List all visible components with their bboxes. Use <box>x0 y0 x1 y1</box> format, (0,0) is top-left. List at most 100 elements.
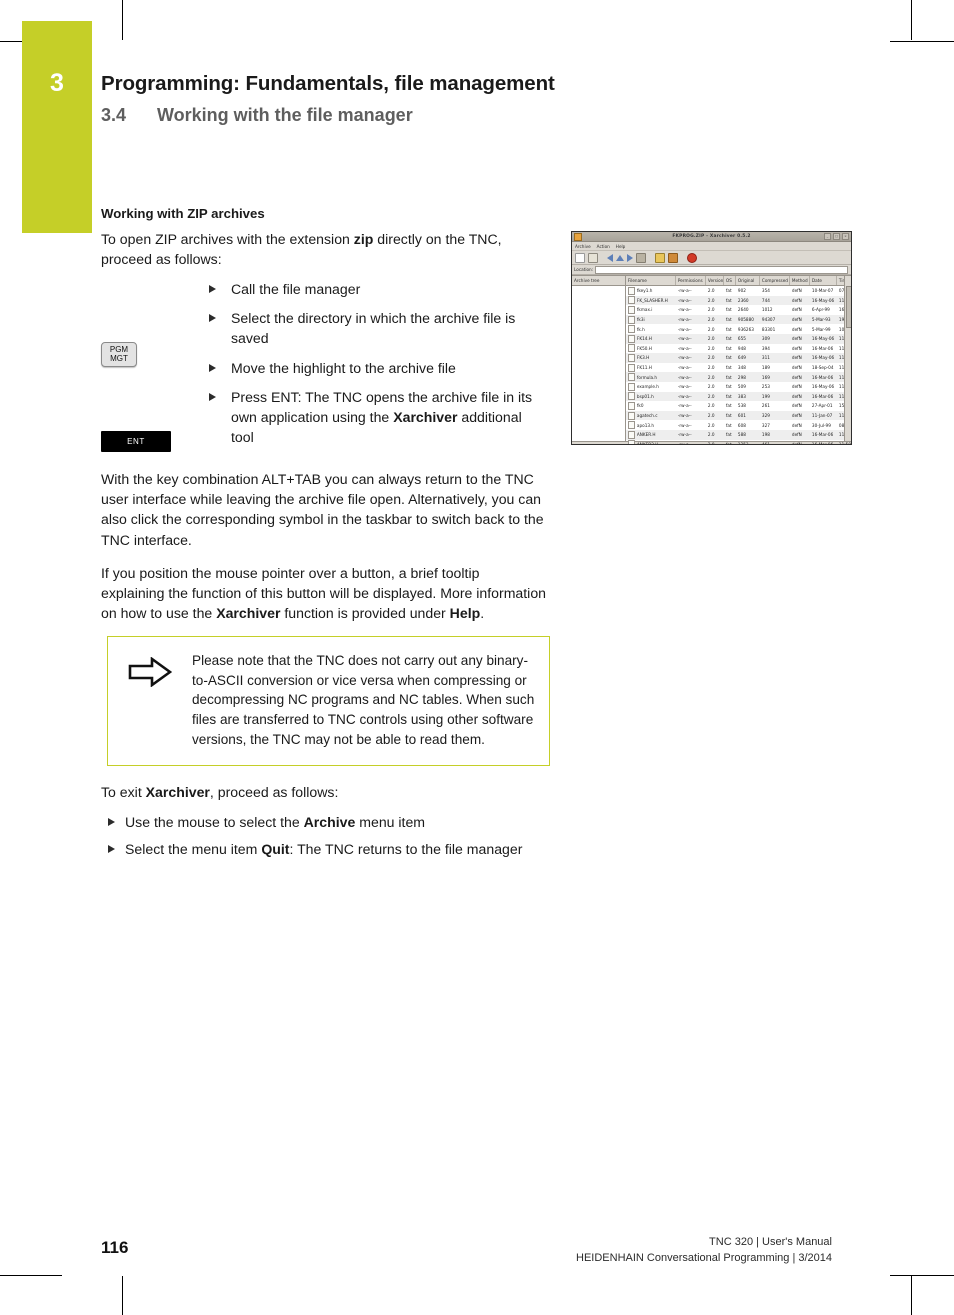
location-input[interactable] <box>595 265 848 274</box>
cell-name: example.h <box>626 382 676 391</box>
new-archive-icon[interactable] <box>575 252 585 263</box>
crop-mark-bottom-right-vertical <box>911 1276 912 1315</box>
section-number: 3.4 <box>101 105 127 125</box>
bullet-text-post: menu item <box>355 813 426 830</box>
crop-mark-top-right-vertical <box>911 0 912 40</box>
table-row[interactable]: fk0-rw-a--2.0fat538261defN27-Apr-0115:58 <box>626 401 851 411</box>
table-row[interactable]: bsp01.h-rw-a--2.0fat383199defN16-Mar-061… <box>625 391 851 402</box>
table-row[interactable]: example.h -rw-a-- 2.0 fat 509 253 defN 16-May-0… <box>626 382 851 392</box>
triangle-bullet-icon <box>209 314 216 323</box>
table-row[interactable]: ANKER.H-rw-a--2.0fat588198defN16-Mar-061… <box>625 429 851 440</box>
file-list-panel[interactable]: Filename Permissions Version OS Original… <box>625 276 851 444</box>
column-header-compressed[interactable]: Compressed <box>760 276 790 285</box>
cell-filename-text: fk3i <box>636 317 645 323</box>
file-list-scrollbar[interactable] <box>844 276 851 441</box>
column-header-os[interactable]: OS <box>724 276 736 285</box>
column-header-method[interactable]: Method <box>790 276 810 285</box>
cell-date: 16-May-06 <box>811 355 835 361</box>
table-row[interactable]: formula.h -rw-a-- 2.0 fat 298 169 defN 16-Mar-0… <box>625 372 851 382</box>
stop-icon[interactable] <box>687 252 697 263</box>
cell-orig: 936263 <box>737 326 754 332</box>
cell-filename-text: fk.h <box>636 326 645 332</box>
cell-orig: 902 <box>737 288 746 294</box>
cell-os: fat <box>725 413 732 419</box>
table-row[interactable]: fkmax.i -rw-a-- 2.0 fat 2640 1012 defN 6-Apr-99… <box>626 305 851 315</box>
home-icon[interactable] <box>636 252 646 263</box>
table-row[interactable]: FK_SLASHER.H -rw-a-- 2.0 fat 2360 744 defN 16-M… <box>625 295 851 306</box>
status-text: 14 files (1.2 MB) <box>574 444 608 445</box>
column-header-original[interactable]: Original <box>736 276 760 285</box>
menu-item-archive[interactable]: Archive <box>575 244 591 249</box>
open-archive-icon[interactable] <box>588 252 598 263</box>
up-icon[interactable] <box>616 254 624 261</box>
note-text: Please note that the TNC does not carry … <box>192 653 535 747</box>
cell-name: FK11.H <box>626 363 676 372</box>
cell-name: FK_SLASHER.H <box>626 296 676 305</box>
cell-name: FK50.H <box>626 344 676 353</box>
cell-date: 16-Mar-06 <box>811 345 834 351</box>
cell-filename-text: FK50.H <box>636 345 652 351</box>
table-row[interactable]: FK3.H-rw-a--2.0fat649311defN16-May-0611:… <box>625 353 851 363</box>
triangle-bullet-icon <box>108 844 115 853</box>
table-row[interactable]: FK14.H-rw-a--2.0fat655309defN16-May-0611… <box>625 333 851 344</box>
cell-perm: -rw-a-- <box>677 336 692 342</box>
key-pgm-mgt[interactable]: PGM MGT <box>101 342 137 368</box>
cell-ver: 2.0 <box>707 403 715 409</box>
cell-method: defN <box>791 317 802 323</box>
minimize-button[interactable]: _ <box>824 233 831 240</box>
scrollbar-thumb[interactable] <box>846 286 851 328</box>
step-bold-xarchiver: Xarchiver <box>393 408 458 425</box>
add-files-icon[interactable] <box>655 252 665 263</box>
table-row[interactable]: FK11.H-rw-a--2.0fat348189defN18-Sep-0411… <box>626 363 851 373</box>
close-button[interactable]: × <box>842 233 849 240</box>
table-row[interactable]: fkey1.h-rw-a--2.0fat902354defN10-Mar-070… <box>626 286 851 296</box>
menu-item-help[interactable]: Help <box>616 244 626 249</box>
table-row[interactable]: apo13.h-rw-a--2.0fat608327defN30-Jul-990… <box>626 420 851 430</box>
cell-name: fk.h <box>626 325 676 334</box>
back-icon[interactable] <box>607 253 613 262</box>
maximize-button[interactable]: □ <box>833 233 840 240</box>
cell-os: fat <box>725 345 732 351</box>
cell-method: defN <box>791 384 802 390</box>
cell-ver: 2.0 <box>707 345 715 351</box>
cell-date: 16-May-06 <box>811 384 835 390</box>
cell-method: defN <box>791 393 802 399</box>
cell-comp: 83301 <box>761 326 776 332</box>
column-header-permissions[interactable]: Permissions <box>676 276 706 285</box>
table-row[interactable]: fk3i -rw-a-- 2.0 fat 905880 94307 defN 5-Mar-93… <box>625 314 851 325</box>
table-row[interactable]: fk.h -rw-a-- 2.0 fat 936263 83301 defN 5-Mar-99… <box>626 324 851 334</box>
window-buttons: _ □ × <box>824 233 849 240</box>
bullet-text-post: : The TNC returns to the file manager <box>289 840 523 857</box>
cell-orig: 2360 <box>737 297 749 303</box>
menu-item-action[interactable]: Action <box>597 244 610 249</box>
table-row[interactable]: agatech.c -rw-a-- 2.0 fat 601 329 defN 11-Jan-0… <box>625 410 851 421</box>
cell-perm: -rw-a-- <box>677 307 692 313</box>
cell-comp: 1012 <box>761 307 773 313</box>
intro-bold-zip: zip <box>353 230 374 247</box>
cell-date: 5-Mar-93 <box>811 317 831 323</box>
table-row[interactable]: FK50.H-rw-a--2.0fat948394defN16-Mar-0611… <box>626 344 851 354</box>
cell-name: FK14.H <box>626 334 676 343</box>
cell-comp: 198 <box>761 432 770 438</box>
cell-name: ANKER.H <box>626 430 676 439</box>
cell-comp: 327 <box>761 422 770 428</box>
column-header-date[interactable]: Date <box>810 276 837 285</box>
cell-perm: -rw-a-- <box>677 355 692 361</box>
cell-orig: 608 <box>737 422 746 428</box>
xarchiver-screenshot-figure: FKPROG.ZIP - Xarchiver 0.5.2 _ □ × Archi… <box>571 231 852 445</box>
cell-method: defN <box>791 288 802 294</box>
section-title: Working with the file manager <box>157 105 413 125</box>
cell-comp: 253 <box>761 384 770 390</box>
archive-tree-panel[interactable]: Archive tree <box>572 276 626 441</box>
extract-files-icon[interactable] <box>668 252 678 263</box>
forward-icon[interactable] <box>627 253 633 262</box>
triangle-bullet-icon <box>209 392 216 401</box>
cell-perm: -rw-a-- <box>677 422 692 428</box>
column-header-version[interactable]: Version <box>706 276 724 285</box>
cell-ver: 2.0 <box>707 365 715 371</box>
step-item: Press ENT: The TNC opens the archive fil… <box>209 387 546 447</box>
column-header-filename[interactable]: Filename <box>626 276 676 285</box>
triangle-bullet-icon <box>108 817 115 826</box>
key-ent[interactable]: ENT <box>101 431 171 453</box>
cell-method: defN <box>791 355 802 361</box>
